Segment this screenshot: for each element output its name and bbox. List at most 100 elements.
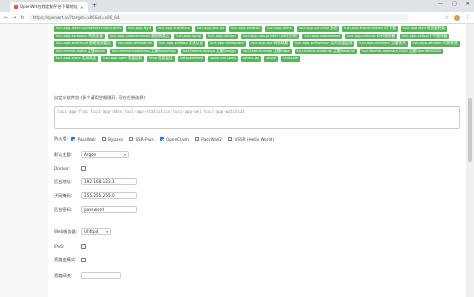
package-tag[interactable]: luci-app-uhttpd	[206, 33, 238, 39]
reload-icon[interactable]: ↻	[20, 15, 24, 21]
firewall-checkbox[interactable]	[227, 136, 233, 142]
star-icon[interactable]: ☆	[445, 15, 449, 21]
page-background: luci-app-ipsec-vpnserver-manyusers luci-a…	[0, 24, 466, 297]
dhcp-label: 旁路网关:	[54, 272, 73, 278]
web-server-label: Web服务器:	[54, 228, 78, 234]
package-tag[interactable]: luci-theme-openwrt-2020 主题OpenWrt2020	[359, 48, 444, 54]
firewall-option-label: PassWall2	[201, 136, 222, 142]
package-tag[interactable]: luci-app-ttyd 网页版终端	[400, 26, 447, 32]
package-tag[interactable]: luci-app-ipsec-vpnserver-manyusers	[54, 26, 124, 32]
menu-icon[interactable]: ⋮	[465, 15, 470, 21]
tab-close-icon[interactable]: ✕	[80, 5, 83, 10]
package-tag[interactable]: luci-theme-alpha 主题Alpha	[54, 48, 107, 54]
forward-icon[interactable]: →	[12, 15, 16, 21]
netmask-label: 子网掩码:	[54, 192, 73, 198]
package-tag[interactable]: qemu-ga	[241, 56, 262, 62]
bypass-mode-row: 旁路由模式:	[54, 257, 88, 263]
firewall-option[interactable]: VSSR (Hello World)	[227, 136, 274, 142]
bypass-mode-checkbox[interactable]	[81, 257, 86, 263]
back-icon[interactable]: ←	[4, 15, 8, 21]
package-tag[interactable]: luci-app-usb-printer USB打印机	[240, 33, 300, 39]
theme-select[interactable]: Argon ▾	[81, 151, 129, 158]
browser-tab-bar: OpenWrt在线定制平台下载地址01 ✕ + — ▢ ✕	[0, 0, 474, 12]
docker-label: Docker:	[54, 166, 70, 171]
package-tag[interactable]: luci-app-ttyd	[126, 26, 153, 32]
package-tag[interactable]: tailscale	[281, 56, 300, 62]
maximize-button[interactable]: ▢	[452, 1, 457, 7]
netmask-input[interactable]: 255.255.255.0	[81, 192, 137, 199]
browser-nav-bar: ← → ↻ https://openwrt.ai/?target=x86&id=…	[0, 12, 474, 24]
package-tag[interactable]: luci-theme-design 主题Design	[180, 48, 238, 54]
package-tag[interactable]: luci-app-ddns	[265, 26, 294, 32]
minimize-button[interactable]: —	[438, 1, 443, 7]
package-tag[interactable]: luci-app-wifidog 无线认证	[157, 41, 206, 47]
firewall-option-label: SSR-Plus	[135, 136, 154, 142]
package-tag[interactable]: luci-app-wol-ax	[194, 26, 226, 32]
scrollbar-thumb[interactable]	[468, 98, 472, 162]
firewall-options: PassWall Bypass SSR-Plus OpenClash PassWall2…	[70, 136, 280, 142]
site-favicon-icon	[14, 5, 18, 9]
page-scrollbar[interactable]	[466, 24, 474, 297]
package-tag[interactable]: luci-app-wol 网络唤醒	[248, 41, 291, 47]
package-tag[interactable]: luci-app-syncdial 多拨	[296, 26, 340, 32]
package-tag[interactable]: luci-app-wrtbwmon 实时流量监测	[293, 41, 355, 47]
package-tag[interactable]: luci-app-vsftpd FTP服务器	[400, 33, 450, 39]
package-tag[interactable]: luci-app-wireguard	[208, 41, 246, 47]
docker-checkbox[interactable]	[81, 166, 86, 171]
firewall-checkbox[interactable]	[194, 136, 200, 142]
firewall-checkbox[interactable]	[159, 136, 165, 142]
theme-label: 默认主题:	[54, 151, 73, 157]
package-tag[interactable]: luci-app-sqm 流量控制	[101, 56, 144, 62]
custom-packages-textarea[interactable]: luci-app-frpc luci-app-ddns luci-app-sta…	[54, 106, 460, 129]
firewall-option[interactable]: PassWall	[70, 136, 96, 142]
theme-row: 默认主题: Argon ▾	[54, 151, 129, 158]
package-tag[interactable]: luci-app-statistics	[155, 26, 192, 32]
package-tag-list: luci-app-ipsec-vpnserver-manyusers luci-a…	[48, 24, 466, 62]
lan-ip-input[interactable]: 192.168.123.1	[81, 178, 137, 185]
package-tag[interactable]: luci-app-transmission BT下载	[342, 26, 398, 32]
package-tag[interactable]: luci-theme-bootstrap 主题Bootstrap	[109, 48, 178, 54]
browser-tab[interactable]: OpenWrt在线定制平台下载地址01 ✕	[10, 2, 88, 12]
package-tag[interactable]: netspeedtest	[177, 56, 206, 62]
window-controls: — ▢ ✕	[438, 1, 470, 7]
firewall-option[interactable]: SSR-Plus	[128, 136, 154, 142]
package-tag[interactable]: luci-app-watchcat 断网检测重启	[54, 41, 113, 47]
firewall-checkbox[interactable]	[128, 136, 134, 142]
package-tag[interactable]: luci-app-zerotier	[228, 26, 263, 32]
new-tab-button[interactable]: +	[92, 2, 97, 9]
ipv6-checkbox[interactable]	[81, 244, 86, 249]
close-button[interactable]: ✕	[466, 1, 470, 7]
custom-packages-hint: 自定义软件包 (多个请用空格隔开, 可在左侧选择)	[54, 95, 146, 100]
password-label: 后台密码:	[54, 206, 73, 212]
package-tag[interactable]: luci-app-turboacc 网络加速	[54, 33, 105, 39]
package-tag[interactable]: luci-app-xlnetacc 迅雷快鸟	[357, 41, 408, 47]
package-tag[interactable]: htop 性能监控	[147, 56, 175, 62]
firewall-option[interactable]: PassWall2	[194, 136, 222, 142]
netmask-row: 子网掩码: 255.255.255.0	[54, 192, 137, 199]
firewall-option[interactable]: OpenClash	[159, 136, 189, 142]
lan-ip-label: 后台地址:	[54, 178, 73, 184]
package-tag[interactable]: luci-app-usbmodem	[302, 33, 343, 39]
package-tag[interactable]: luci-app-webadmin	[115, 41, 155, 47]
package-tag[interactable]: luci-app-store 应用商店	[54, 56, 99, 62]
ipv6-label: IPv6:	[54, 244, 65, 249]
firewall-checkbox[interactable]	[70, 136, 76, 142]
web-server-select[interactable]: Uhttpd ▾	[81, 228, 111, 235]
firewall-option-label: PassWall	[77, 136, 96, 142]
avatar[interactable]	[454, 14, 460, 21]
package-tag[interactable]: luci-app-upnp	[174, 33, 204, 39]
password-input[interactable]: password	[81, 206, 137, 213]
package-tag[interactable]: smpd	[264, 56, 279, 62]
package-tag[interactable]: luci-theme-edge 主题Edge	[240, 48, 292, 54]
firewall-checkbox[interactable]	[101, 136, 107, 142]
package-tag[interactable]: luci-app-zerotier 内网穿透	[410, 41, 460, 47]
dhcp-input[interactable]	[81, 272, 121, 279]
firewall-option[interactable]: Bypass	[101, 136, 123, 142]
theme-value: Argon	[84, 152, 97, 157]
chevron-down-icon: ▾	[124, 152, 126, 157]
package-tag[interactable]: open-vm-tools	[208, 56, 239, 62]
package-tag[interactable]: luci-app-unblockmusic 解锁网易云	[107, 33, 172, 39]
package-tag[interactable]: luci-app-vlmcsd KMS服务器	[345, 33, 398, 39]
address-bar[interactable]: https://openwrt.ai/?target=x86&id=x86_64	[28, 14, 409, 21]
package-tag[interactable]: luci-theme-material 主题Material	[294, 48, 357, 54]
